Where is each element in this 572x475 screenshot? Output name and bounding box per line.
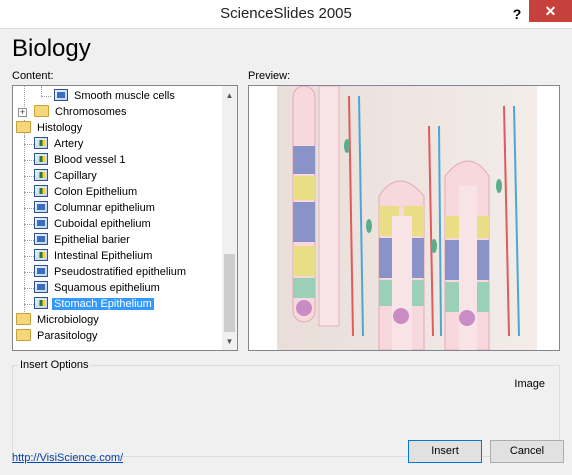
tree-item[interactable]: Epithelial barier (34, 232, 132, 248)
tree-item[interactable]: Chromosomes (34, 104, 129, 120)
epithelium-fold (378, 180, 425, 350)
tree-item[interactable]: Parasitology (16, 328, 100, 344)
tree-item[interactable]: Pseudostratified epithelium (34, 264, 188, 280)
scroll-down-icon[interactable]: ▼ (222, 334, 237, 349)
expand-icon[interactable]: + (18, 108, 27, 117)
close-button[interactable]: ✕ (529, 0, 572, 22)
window-title: ScienceSlides 2005 (220, 5, 352, 22)
slide-image-icon (34, 137, 48, 149)
slide-icon (34, 281, 48, 293)
tree-item[interactable]: Colon Epithelium (34, 184, 139, 200)
folder-icon (34, 105, 49, 117)
tree-item[interactable]: Artery (34, 136, 85, 152)
tree-item[interactable]: Capillary (34, 168, 99, 184)
tree-item[interactable]: Microbiology (16, 312, 101, 328)
cancel-button[interactable]: Cancel (490, 440, 564, 463)
tree-item[interactable]: Histology (16, 120, 84, 136)
slide-icon (34, 217, 48, 229)
tree-item[interactable]: Intestinal Epithelium (34, 248, 154, 264)
insert-type-label: Image (514, 378, 545, 390)
stomach-epithelium-illustration (277, 86, 537, 350)
scroll-up-icon[interactable]: ▲ (222, 88, 237, 103)
slide-image-icon (34, 249, 48, 261)
insert-options-legend: Insert Options (18, 359, 91, 371)
insert-button[interactable]: Insert (408, 440, 482, 463)
category-heading: Biology (12, 35, 91, 62)
content-label: Content: (12, 70, 54, 82)
slide-icon (54, 89, 68, 101)
slide-image-icon (34, 185, 48, 197)
slide-image-icon (34, 169, 48, 181)
title-bar: ScienceSlides 2005 ? ✕ (0, 0, 572, 29)
preview-label: Preview: (248, 70, 291, 82)
help-button[interactable]: ? (506, 2, 528, 26)
slide-image-icon (34, 297, 48, 309)
slide-icon (34, 233, 48, 245)
scrollbar-thumb[interactable] (224, 254, 235, 332)
preview-pane (248, 85, 560, 351)
folder-icon (16, 329, 31, 341)
tree-item[interactable]: Blood vessel 1 (34, 152, 128, 168)
tree-item-selected[interactable]: Stomach Epithelium (34, 296, 154, 312)
slide-image-icon (34, 153, 48, 165)
tree-item[interactable]: Squamous epithelium (34, 280, 162, 296)
tree-item[interactable]: Cuboidal epithelium (34, 216, 153, 232)
folder-icon (16, 121, 31, 133)
tree-item[interactable]: Smooth muscle cells (54, 88, 177, 104)
tree-scrollbar[interactable]: ▲ ▼ (222, 86, 237, 350)
slide-icon (34, 201, 48, 213)
content-tree[interactable]: Smooth muscle cells + Chromosomes Histol… (12, 85, 238, 351)
slide-icon (34, 265, 48, 277)
tree-item[interactable]: Columnar epithelium (34, 200, 157, 216)
folder-icon (16, 313, 31, 325)
visiscience-link[interactable]: http://VisiScience.com/ (12, 452, 123, 464)
